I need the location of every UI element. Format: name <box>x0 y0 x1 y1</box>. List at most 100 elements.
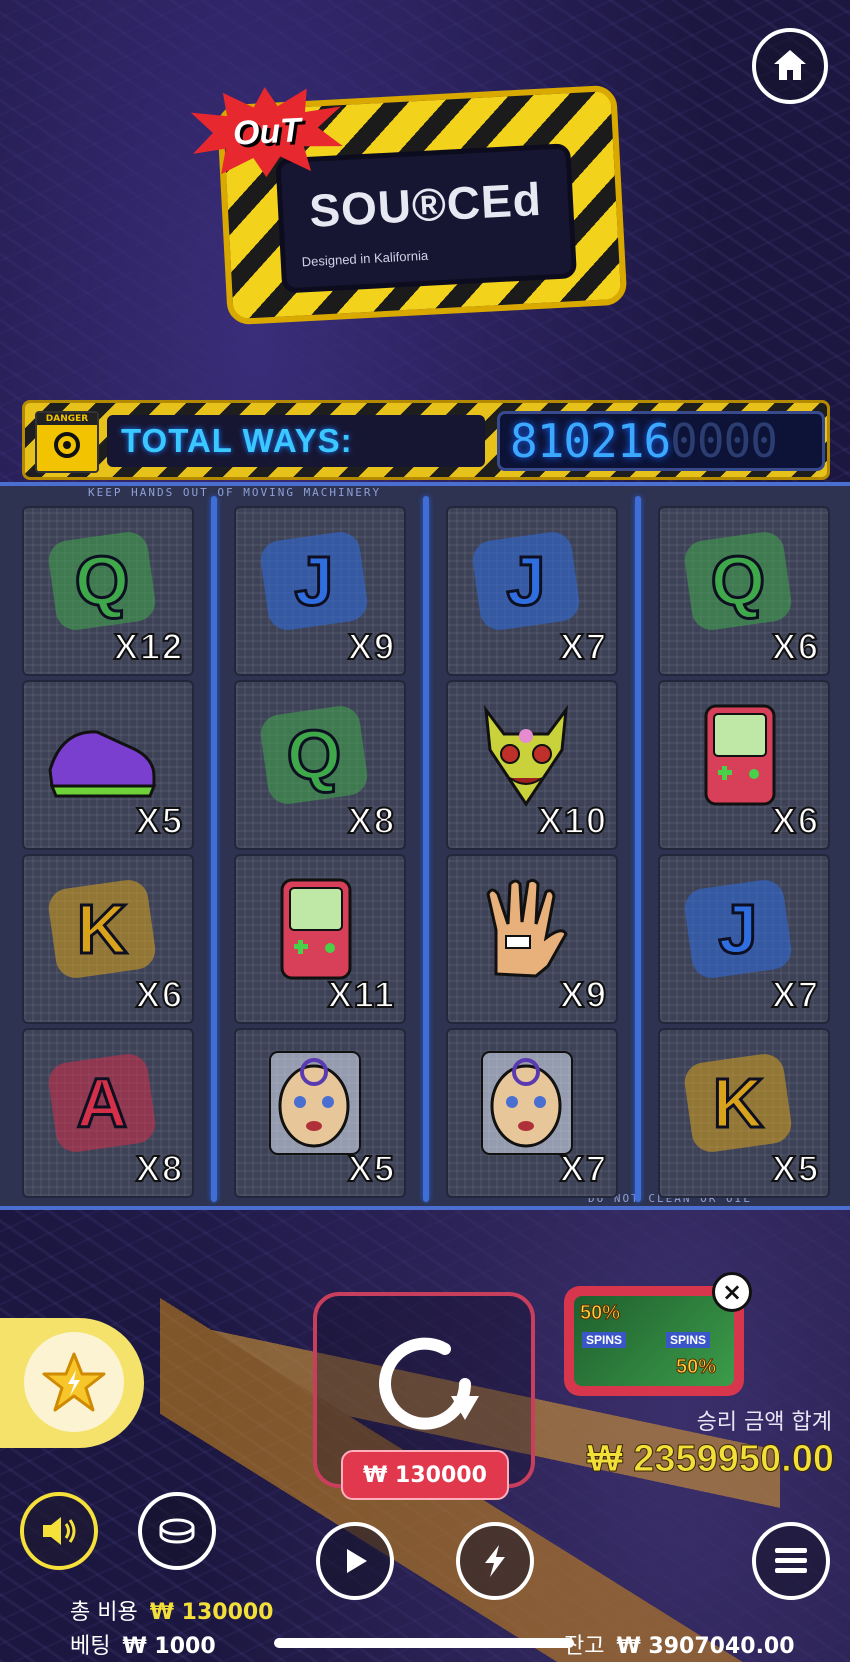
symbol-letter: J <box>505 541 547 622</box>
symbol-item-icon <box>42 700 162 810</box>
symbol-handheld-icon <box>678 700 798 810</box>
reel-cell: J X9 <box>234 506 406 676</box>
symbol-letter: Q <box>285 715 342 796</box>
symbol-q: Q <box>254 700 374 810</box>
total-cost-line: 총 비용 ₩ 130000 <box>70 1594 274 1626</box>
glove-icon <box>486 878 568 978</box>
promo-text-right: SPINS <box>666 1332 711 1348</box>
reel-cell: X5 <box>22 680 194 850</box>
reel-cell: X6 <box>658 680 830 850</box>
bet-label: 베팅 <box>70 1634 111 1659</box>
symbol-multiplier: X5 <box>347 1147 396 1190</box>
danger-icon: DANGER <box>35 411 99 473</box>
symbol-multiplier: X8 <box>135 1147 184 1190</box>
symbol-multiplier: X7 <box>771 973 820 1016</box>
lightning-icon <box>485 1545 505 1577</box>
speaker-icon <box>43 1517 76 1545</box>
reel-divider <box>211 496 217 1202</box>
symbol-letter: J <box>293 541 335 622</box>
total-cost-value: ₩ 130000 <box>149 1600 274 1625</box>
reel-cell: X5 <box>234 1028 406 1198</box>
danger-label: DANGER <box>37 413 97 425</box>
game-logo: SOU®CEd Designed in Kalifornia OuT <box>217 85 628 326</box>
symbol-multiplier: X9 <box>347 625 396 668</box>
star-bolt-icon <box>42 1352 106 1412</box>
reel-cell: K X5 <box>658 1028 830 1198</box>
coin-icon <box>159 1518 195 1544</box>
play-icon <box>347 1549 367 1573</box>
menu-icon <box>775 1548 807 1573</box>
spin-bet-pill[interactable]: ₩ 130000 <box>341 1450 509 1500</box>
home-indicator <box>274 1638 574 1648</box>
handheld-icon <box>704 704 776 806</box>
reel-cell: J X7 <box>446 506 618 676</box>
logo-panel: SOU®CEd Designed in Kalifornia <box>275 143 578 294</box>
bet-value: ₩ 1000 <box>122 1634 216 1659</box>
mask-icon <box>483 704 569 807</box>
symbol-multiplier: X11 <box>327 973 396 1016</box>
promo-tag-top: 50% <box>579 1302 621 1325</box>
symbol-letter: J <box>717 889 759 970</box>
reel-cell: Q X8 <box>234 680 406 850</box>
doll-icon <box>481 1051 573 1155</box>
symbol-letter: Q <box>73 541 130 622</box>
spin-arrow-icon <box>379 1337 479 1430</box>
bet-settings-button[interactable] <box>138 1492 216 1570</box>
reel-cell: A X8 <box>22 1028 194 1198</box>
symbol-a: A <box>42 1048 162 1158</box>
reel-cell: X7 <box>446 1028 618 1198</box>
promo-card: 50% SPINS SPINS 50% <box>574 1296 734 1386</box>
promo-tag-bottom: 50% <box>675 1356 717 1379</box>
home-button[interactable] <box>752 28 828 104</box>
autoplay-button[interactable] <box>316 1522 394 1600</box>
symbol-letter: Q <box>709 541 766 622</box>
symbol-j: J <box>678 874 798 984</box>
ways-lit-digits: 810216 <box>510 414 671 468</box>
reel-cell: X10 <box>446 680 618 850</box>
balance-value: ₩ 3907040.00 <box>616 1634 795 1659</box>
symbol-letter: K <box>711 1063 765 1144</box>
reel-cell: J X7 <box>658 854 830 1024</box>
menu-button[interactable] <box>752 1522 830 1600</box>
bet-line: 베팅 ₩ 1000 <box>70 1628 216 1660</box>
symbol-letter: K <box>75 889 129 970</box>
symbol-q: Q <box>42 526 162 636</box>
reel-cell: Q X12 <box>22 506 194 676</box>
reel-divider <box>423 496 429 1202</box>
symbol-multiplier: X6 <box>135 973 184 1016</box>
sound-button[interactable] <box>20 1492 98 1570</box>
symbol-multiplier: X5 <box>771 1147 820 1190</box>
doll-icon <box>269 1051 361 1155</box>
symbol-k: K <box>42 874 162 984</box>
feature-button[interactable] <box>0 1318 144 1448</box>
item-icon <box>48 730 157 798</box>
symbol-q: Q <box>678 526 798 636</box>
promo-close-button[interactable]: × <box>712 1272 752 1312</box>
symbol-multiplier: X8 <box>347 799 396 842</box>
symbol-handheld-icon <box>254 874 374 984</box>
ways-dim-digits: 0000 <box>670 414 778 468</box>
reel-cell: X11 <box>234 854 406 1024</box>
logo-burst-text: OuT <box>231 110 302 153</box>
total-win-label: 승리 금액 합계 <box>696 1410 832 1435</box>
symbol-doll-icon <box>254 1048 374 1158</box>
handheld-icon <box>280 878 352 980</box>
feature-button-inner <box>24 1332 124 1432</box>
logo-title: SOU®CEd <box>307 172 543 237</box>
reel-cell: K X6 <box>22 854 194 1024</box>
symbol-multiplier: X7 <box>559 625 608 668</box>
symbol-multiplier: X7 <box>559 1147 608 1190</box>
symbol-multiplier: X9 <box>559 973 608 1016</box>
symbol-k: K <box>678 1048 798 1158</box>
total-win-amount: ₩ 2359950.00 <box>586 1438 834 1481</box>
total-cost-label: 총 비용 <box>70 1600 138 1625</box>
symbol-multiplier: X6 <box>771 625 820 668</box>
balance-line: 잔고 ₩ 3907040.00 <box>564 1628 795 1660</box>
symbol-multiplier: X12 <box>113 625 184 668</box>
total-ways-label: TOTAL WAYS: <box>107 415 485 467</box>
symbol-doll-icon <box>466 1048 586 1158</box>
turbo-button[interactable] <box>456 1522 534 1600</box>
reel-cell: X9 <box>446 854 618 1024</box>
total-ways-bar: DANGER TOTAL WAYS: 810216 0000 <box>22 400 830 480</box>
symbol-j: J <box>254 526 374 636</box>
